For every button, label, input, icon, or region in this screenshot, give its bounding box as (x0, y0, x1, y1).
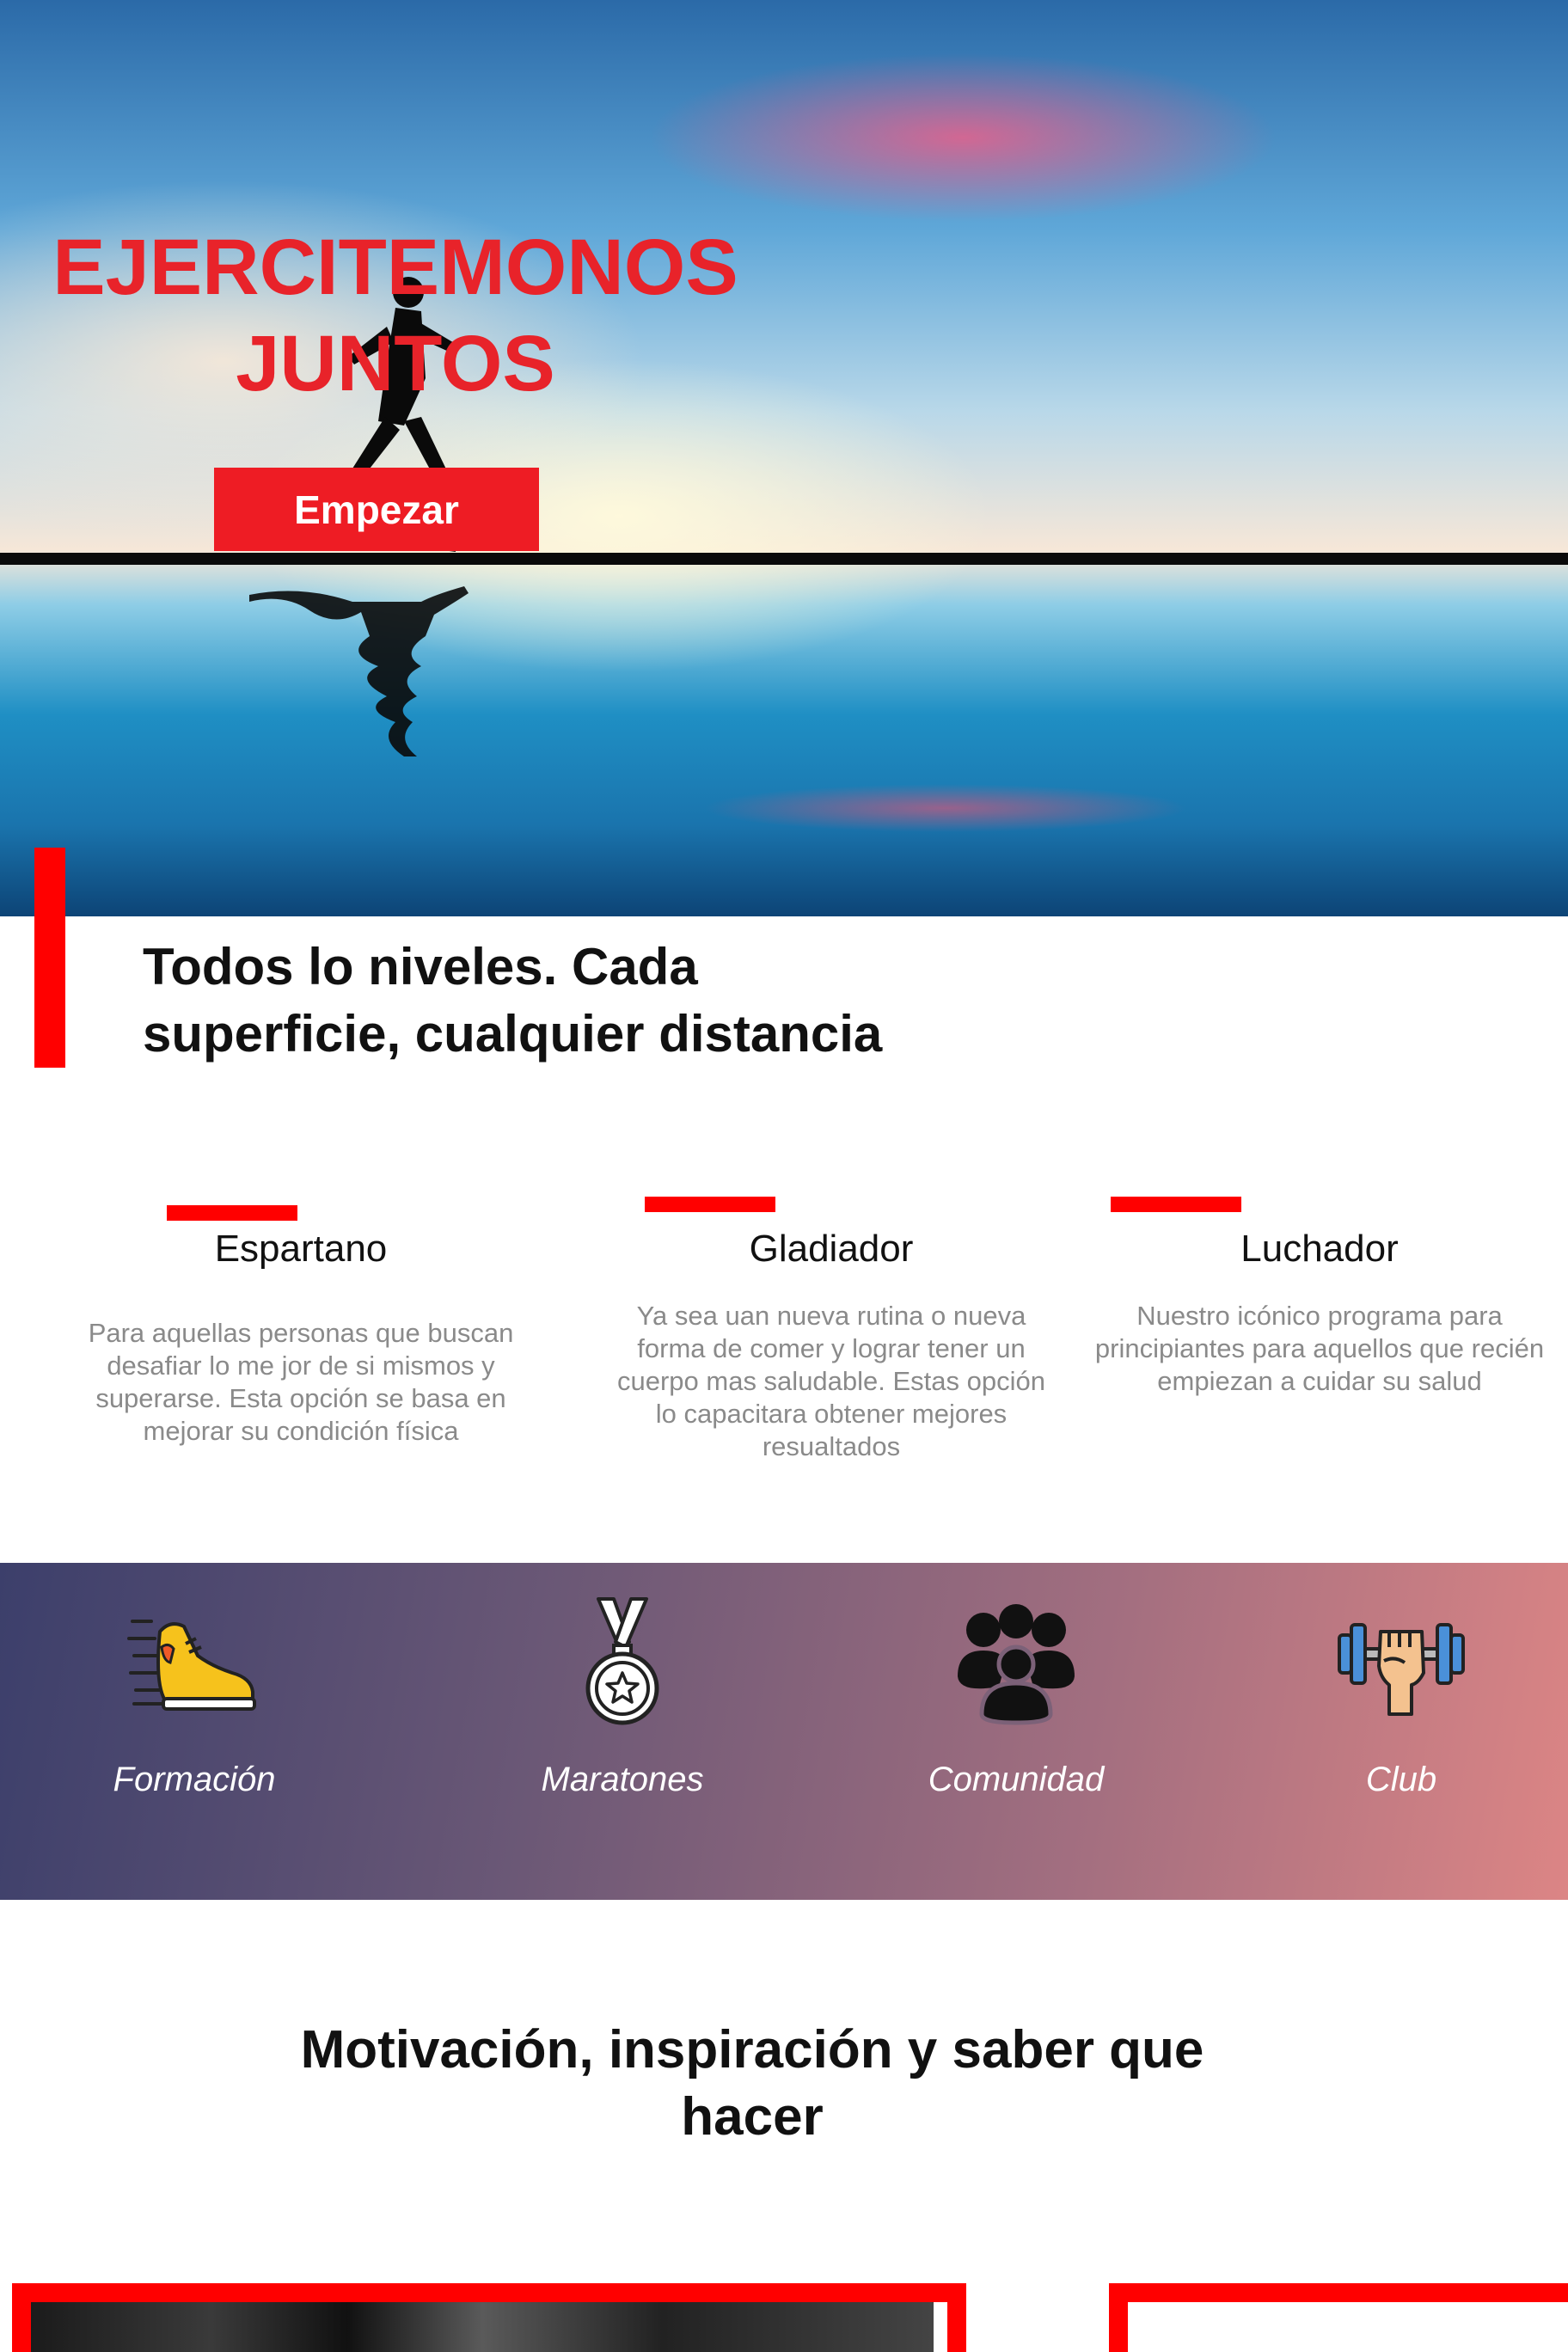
hero-title-line1: EJERCITEMONOS (52, 224, 738, 311)
community-icon (958, 1604, 1075, 1725)
running-shoe-icon (127, 1620, 256, 1711)
levels-heading: Todos lo niveles. Cada superficie, cualq… (143, 934, 1002, 1068)
accent-bar (34, 848, 65, 1068)
feature-label: Maratones (541, 1761, 704, 1798)
program-accent-dash (167, 1205, 297, 1221)
program-description: Para aquellas personas que buscan desafi… (88, 1318, 514, 1446)
gallery-card-right[interactable] (1109, 2283, 1568, 2352)
dumbbell-fist-icon (1338, 1623, 1465, 1716)
program-description: Ya sea uan nueva rutina o nueva forma de… (616, 1301, 1045, 1461)
motivation-heading: Motivación, inspiración y saber que hace… (258, 2017, 1246, 2151)
program-title: Gladiador (749, 1228, 914, 1270)
levels-heading-line1: Todos lo niveles. Cada (143, 938, 698, 995)
motivation-heading-line1: Motivación, inspiración y saber que (300, 2020, 1204, 2079)
feature-comunidad[interactable]: Comunidad (853, 1563, 1179, 1900)
feature-maratones[interactable]: Maratones (459, 1563, 786, 1900)
hero-horizon-line (0, 553, 1568, 565)
program-accent-dash (645, 1197, 775, 1212)
program-title: Luchador (1240, 1228, 1399, 1270)
motivation-heading-line2: hacer (681, 2087, 824, 2147)
medal-icon (585, 1597, 659, 1725)
program-description: Nuestro icónico programa para principian… (1094, 1301, 1545, 1396)
program-espartano: Espartano Para aquellas personas que bus… (60, 1195, 542, 1470)
program-title: Espartano (214, 1228, 388, 1270)
gym-photo-image (31, 2302, 934, 2352)
features-band: Formación Maratones Comunidad Club (0, 1563, 1568, 1900)
program-gladiador: Gladiador Ya sea uan nueva rutina o nuev… (612, 1195, 1050, 1470)
feature-label: Comunidad (928, 1761, 1105, 1798)
feature-label: Club (1365, 1761, 1437, 1798)
feature-formacion[interactable]: Formación (31, 1563, 358, 1900)
hero-water-reflection (0, 774, 1568, 842)
hero-title-line2: JUNTOS (236, 320, 555, 407)
hero-title: EJERCITEMONOS JUNTOS (34, 219, 756, 412)
levels-heading-line2: superficie, cualquier distancia (143, 1005, 883, 1063)
feature-label: Formación (113, 1761, 276, 1798)
program-luchador: Luchador Nuestro icónico programa para p… (1092, 1195, 1547, 1470)
feature-club[interactable]: Club (1238, 1563, 1565, 1900)
start-button[interactable]: Empezar (214, 468, 539, 551)
hero-section: EJERCITEMONOS JUNTOS Empezar (0, 0, 1568, 916)
program-accent-dash (1111, 1197, 1241, 1212)
